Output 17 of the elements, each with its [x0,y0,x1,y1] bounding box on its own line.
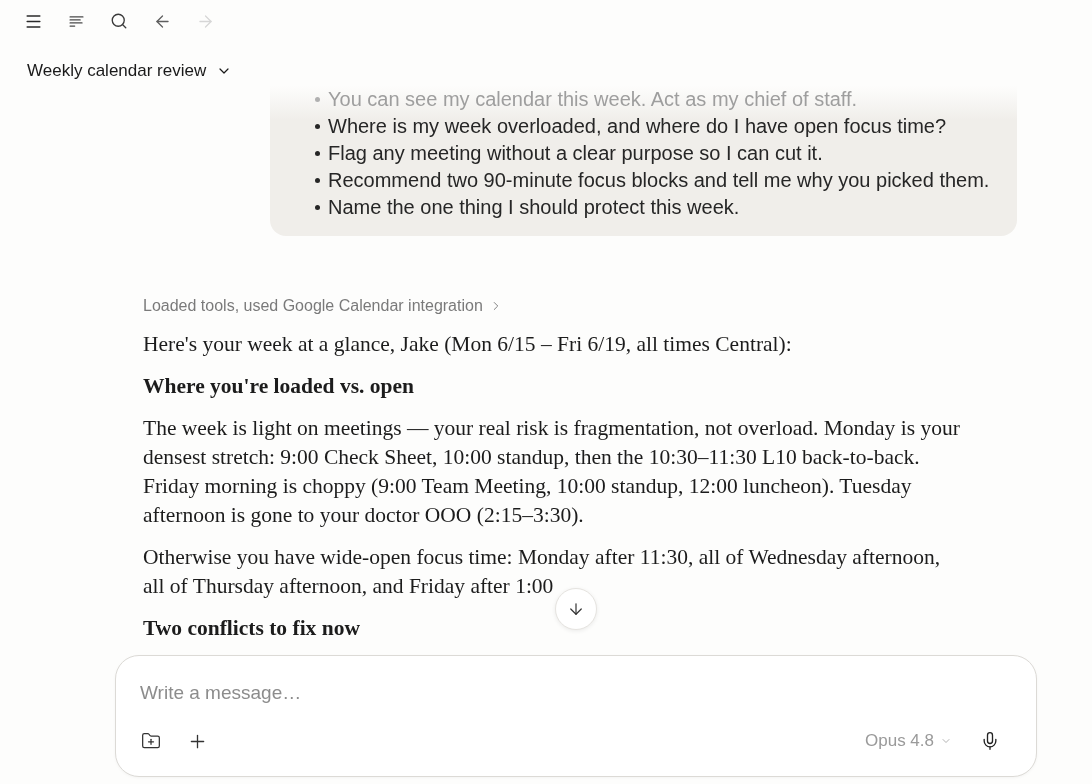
tool-summary-link[interactable]: Loaded tools, used Google Calendar integration [143,296,503,316]
message-input[interactable]: Write a message… [140,679,1000,707]
section-heading: Two conflicts to fix now [143,615,361,642]
message-text: Flag any meeting without a clear purpose so I can cut it. [328,141,823,166]
section-heading: Where you're loaded vs. open [143,373,415,400]
message-text: Where is my week overloaded, and where do I have open focus time? [328,114,947,139]
paragraph: Otherwise you have wide-open focus time: Monday after 11:30, all of Wednesday afternoon, all of Thursday afternoon, and Friday after 1:00 [143,544,942,600]
message-text: You can see my calendar this week. Act as my chief of staff. [328,87,858,112]
folder-plus-icon [141,731,161,751]
message-text: Recommend two 90-minute focus blocks and tell me why you picked them. [328,168,990,193]
message-text: Name the one thing I should protect this week. [328,195,740,220]
scroll-down-button[interactable] [555,588,597,630]
paragraph: Here's your week at a glance, Jake (Mon 6/15 – Fri 6/19, all times Central): [143,331,793,358]
paragraph: The week is light on meetings — your real risk is fragmentation, not overload. Monday is your densest stretch: 9:00 Check Sheet, 10:00 standup, then the 10:30–11:30 L10 back-to-back. Friday morning is choppy (9:00 Team Meeting, 10:00 standup, 12:00 luncheon). Tuesday afternoon is gone to your doctor OOO (2:15–3:30). [143,415,961,529]
model-selector[interactable]: Opus 4.8 [865,730,952,752]
arrow-down-icon [567,600,585,618]
conversation-title[interactable]: Weekly calendar review [27,60,233,82]
